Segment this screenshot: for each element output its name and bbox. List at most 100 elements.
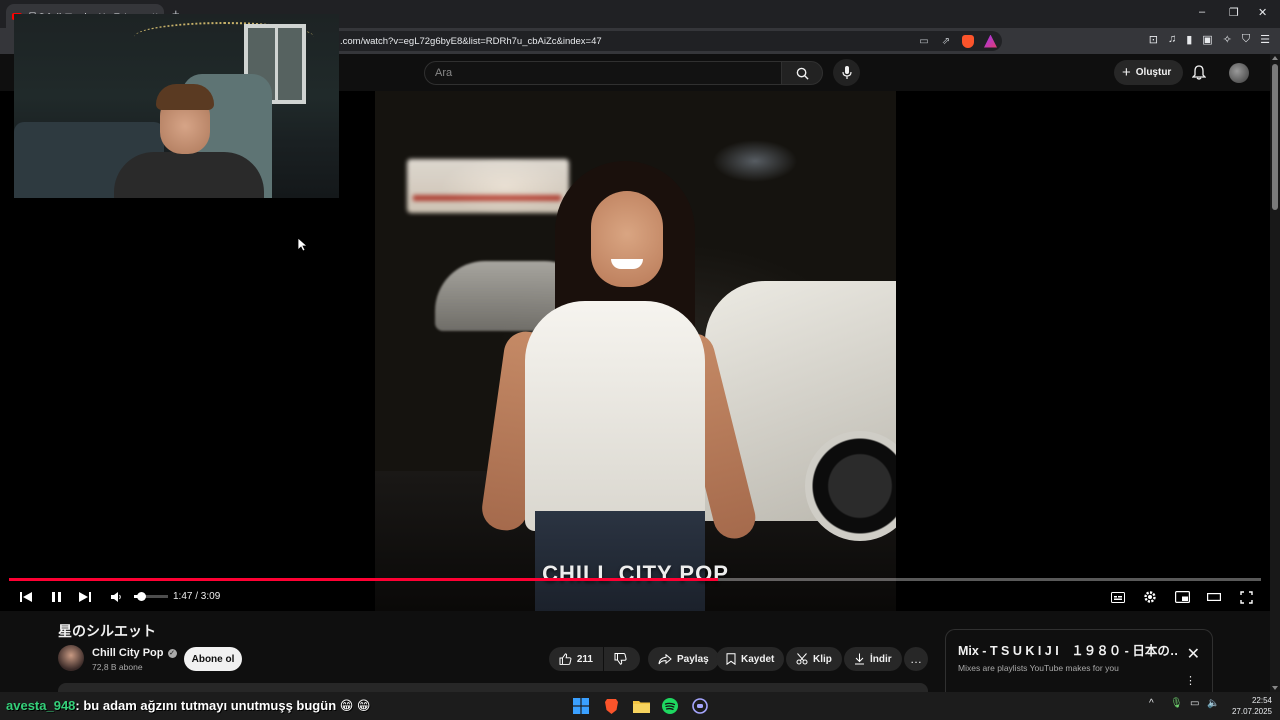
scroll-down-icon[interactable] [1272, 686, 1278, 690]
menu-icon[interactable]: ☰ [1260, 33, 1270, 46]
clock-time: 22:54 [1251, 696, 1272, 705]
folder-icon [632, 701, 650, 713]
verified-check-icon: ✓ [167, 648, 177, 658]
mute-button[interactable] [106, 583, 126, 611]
download-button[interactable]: İndir [844, 647, 902, 671]
clip-button[interactable]: Klip [786, 647, 842, 671]
tray-volume-icon[interactable]: 🔈 [1207, 698, 1219, 709]
time-display: 1:47 / 3:09 [173, 591, 221, 602]
taskbar-app[interactable] [690, 696, 710, 716]
taskbar-brave[interactable] [601, 696, 621, 716]
mix-subtitle: Mixes are playlists YouTube makes for yo… [958, 663, 1119, 673]
download-icon [855, 653, 864, 665]
vpn-icon[interactable]: ⛉ [1242, 33, 1250, 46]
app-circle-icon [692, 698, 708, 714]
progress-played [9, 578, 718, 581]
channel-name[interactable]: Chill City Pop ✓ [92, 647, 177, 659]
windows-start-button[interactable] [571, 696, 591, 716]
mix-more-icon[interactable]: ⋮ [1185, 674, 1196, 687]
chat-username: avesta_948 [6, 698, 76, 713]
save-label: Kaydet [741, 653, 775, 665]
share-button[interactable]: Paylaş [648, 647, 719, 671]
subscriber-count: 72,8 B abone [92, 662, 143, 672]
mix-playlist-panel[interactable]: Mix - T S U K I J I １９８０ - 日本の… Mixes ar… [945, 629, 1213, 692]
volume-icon [111, 592, 121, 602]
account-avatar[interactable] [1229, 63, 1249, 83]
more-actions-button[interactable]: … [904, 647, 928, 671]
voice-search-button[interactable] [833, 59, 860, 86]
neon-sign [407, 159, 569, 213]
woman-white-top [525, 301, 705, 531]
mix-title[interactable]: Mix - T S U K I J I １９８０ - 日本の… [958, 640, 1178, 659]
taskbar-file-explorer[interactable] [631, 696, 651, 716]
channel-name-text[interactable]: Chill City Pop [92, 647, 164, 659]
dislike-button[interactable] [604, 647, 640, 671]
fullscreen-button[interactable] [1236, 583, 1256, 611]
share-icon [658, 653, 672, 664]
volume-slider[interactable] [134, 592, 168, 601]
like-count: 211 [576, 653, 593, 665]
search-button[interactable] [781, 61, 823, 85]
restore-button[interactable]: ❐ [1229, 6, 1239, 19]
streamer-webcam-overlay [14, 14, 339, 198]
page-scrollbar[interactable] [1270, 54, 1280, 692]
streamer-hair [156, 84, 214, 110]
subtitles-button[interactable] [1108, 583, 1128, 611]
volume-handle[interactable] [136, 592, 146, 601]
video-title: 星のシルエット [58, 623, 156, 639]
thumbs-down-icon [614, 653, 627, 665]
pause-button[interactable] [46, 583, 66, 611]
windows-taskbar: avesta_948: bu adam ağzını tutmayı unutm… [0, 692, 1280, 720]
search-icon [796, 67, 809, 80]
brave-rewards-icon[interactable] [984, 34, 997, 48]
minimize-button[interactable]: – [1199, 6, 1205, 18]
bell-icon [1191, 65, 1207, 80]
settings-button[interactable] [1140, 583, 1160, 611]
clock-date: 27.07.2025 [1231, 707, 1272, 716]
save-button[interactable]: Kaydet [716, 647, 785, 671]
notifications-button[interactable] [1191, 65, 1207, 85]
taskbar-clock[interactable]: 22:54 27.07.2025 [1228, 695, 1272, 717]
create-button[interactable]: + Oluştur [1114, 60, 1184, 85]
thumbs-up-icon [559, 653, 572, 665]
create-label: Oluştur [1135, 67, 1172, 78]
player-controls: 1:47 / 3:09 [0, 583, 1270, 611]
mouse-cursor-icon [298, 238, 308, 252]
theater-icon [1207, 593, 1221, 602]
close-mix-icon[interactable]: ✕ [1187, 644, 1200, 664]
woman-smile [611, 259, 643, 269]
streamer-body [114, 152, 264, 198]
brave-shields-icon[interactable] [962, 34, 974, 48]
screenshot-icon[interactable]: ⊡ [1149, 33, 1158, 46]
tray-microphone-icon[interactable]: 🎙 [1170, 698, 1183, 709]
url-text[interactable]: .com/watch?v=egL72g6byE8&list=RDRh7u_cbA… [340, 36, 913, 47]
media-icon[interactable]: ♫ [1168, 33, 1176, 46]
theater-mode-button[interactable] [1204, 583, 1224, 611]
like-button[interactable]: 211 [549, 647, 603, 671]
video-frame[interactable]: CHILL CITY POP [375, 91, 896, 611]
address-bar[interactable]: .com/watch?v=egL72g6byE8&list=RDRh7u_cbA… [330, 31, 1002, 51]
spotify-icon [662, 698, 678, 714]
channel-avatar[interactable] [58, 645, 84, 671]
miniplayer-button[interactable] [1172, 583, 1192, 611]
subscribe-button[interactable]: Abone ol [184, 647, 242, 671]
brave-browser-icon [604, 698, 618, 714]
share-page-icon[interactable]: ⇗ [935, 36, 957, 47]
close-window-button[interactable]: ✕ [1258, 6, 1267, 19]
cast-icon[interactable]: ▭ [913, 36, 935, 47]
progress-bar[interactable] [9, 578, 1261, 581]
taskbar-spotify[interactable] [660, 696, 680, 716]
description-box[interactable] [58, 683, 928, 692]
download-label: İndir [870, 653, 892, 665]
scrollbar-thumb[interactable] [1272, 64, 1278, 210]
leo-ai-icon[interactable]: ✧ [1223, 33, 1232, 46]
scroll-up-icon[interactable] [1272, 56, 1278, 60]
tray-overflow-icon[interactable]: ^ [1149, 698, 1154, 709]
sidebar-icon[interactable]: ▮ [1186, 33, 1192, 46]
wallet-icon[interactable]: ▣ [1202, 33, 1212, 46]
chat-text: : bu adam ağzını tutmayı unutmuşş bugün … [75, 698, 371, 713]
next-button[interactable] [75, 583, 95, 611]
search-input[interactable]: Ara [424, 61, 782, 85]
tray-network-icon[interactable]: ▭ [1190, 698, 1199, 709]
previous-button[interactable] [16, 583, 36, 611]
